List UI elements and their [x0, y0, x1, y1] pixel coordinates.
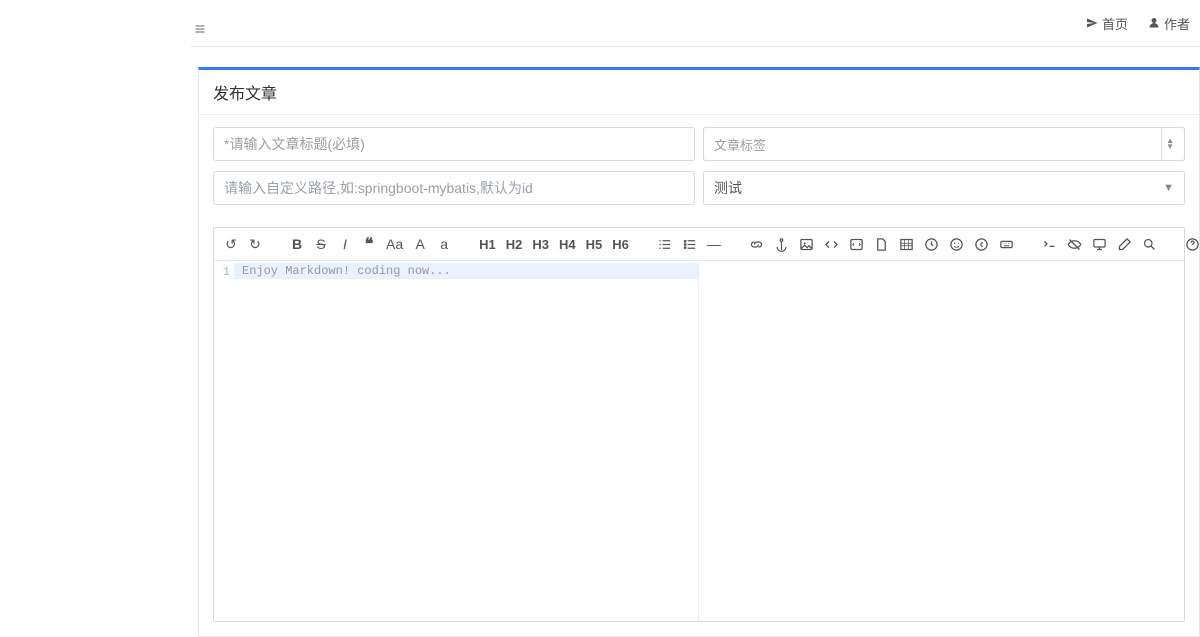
h1-button[interactable]: H1 [479, 237, 496, 252]
unordered-list-button[interactable] [657, 237, 672, 252]
help-button[interactable] [1185, 237, 1200, 252]
sidebar-collapse-button[interactable] [194, 22, 206, 32]
line-gutter: 1 [214, 261, 234, 621]
h2-button[interactable]: H2 [506, 237, 523, 252]
h3-button[interactable]: H3 [532, 237, 549, 252]
editor-body: 1 Enjoy Markdown! coding now... [214, 261, 1184, 621]
nav-home[interactable]: 首页 [1086, 14, 1128, 33]
italic-button[interactable]: I [338, 236, 352, 252]
copyright-button[interactable] [974, 237, 989, 252]
markdown-editor: ↺ ↻ B S I ❝ Aa A a H1 H2 H3 [213, 227, 1185, 622]
preview-pane [699, 261, 1184, 621]
ordered-list-button[interactable] [682, 237, 697, 252]
strikethrough-button[interactable]: S [314, 236, 328, 252]
code-editor[interactable]: Enjoy Markdown! coding now... [234, 261, 699, 621]
nav-author-label: 作者 [1164, 14, 1190, 33]
editor-placeholder: Enjoy Markdown! coding now... [234, 261, 698, 281]
codeblock-button[interactable] [849, 237, 864, 252]
form-rows: 文章标签 ▲▼ 测试 ▼ [199, 115, 1199, 227]
article-tags-input[interactable]: 文章标签 ▲▼ [703, 127, 1185, 161]
nav-home-label: 首页 [1102, 14, 1128, 33]
lowercase-button[interactable]: a [437, 236, 451, 252]
eraser-button[interactable] [1117, 237, 1132, 252]
topbar: 首页 作者 [0, 0, 1200, 46]
user-icon [1148, 17, 1160, 29]
publish-panel: 发布文章 文章标签 ▲▼ 测试 [198, 67, 1200, 637]
redo-button[interactable]: ↻ [248, 236, 262, 253]
monitor-button[interactable] [1092, 237, 1107, 252]
editor-toolbar: ↺ ↻ B S I ❝ Aa A a H1 H2 H3 [214, 228, 1184, 261]
uppercase-button[interactable]: A [413, 236, 427, 252]
article-title-input[interactable] [213, 127, 695, 161]
category-select[interactable]: 测试 ▼ [703, 171, 1185, 205]
hr-button[interactable]: — [707, 236, 721, 252]
main-area: 发布文章 文章标签 ▲▼ 测试 [190, 46, 1200, 620]
terminal-button[interactable] [1042, 237, 1057, 252]
file-button[interactable] [874, 237, 889, 252]
table-button[interactable] [899, 237, 914, 252]
emoji-button[interactable] [949, 237, 964, 252]
h4-button[interactable]: H4 [559, 237, 576, 252]
quote-button[interactable]: ❝ [362, 234, 376, 254]
chevron-down-icon: ▼ [1163, 182, 1174, 194]
line-number: 1 [214, 265, 230, 279]
search-button[interactable] [1142, 237, 1157, 252]
font-case-button[interactable]: Aa [386, 236, 403, 252]
bold-button[interactable]: B [290, 236, 304, 252]
image-button[interactable] [799, 237, 814, 252]
h5-button[interactable]: H5 [586, 237, 603, 252]
article-tags-placeholder: 文章标签 [714, 135, 766, 154]
paper-plane-icon [1086, 17, 1098, 29]
h6-button[interactable]: H6 [612, 237, 629, 252]
anchor-button[interactable] [774, 237, 789, 252]
category-selected-value: 测试 [714, 178, 742, 198]
undo-button[interactable]: ↺ [224, 236, 238, 253]
custom-path-input[interactable] [213, 171, 695, 205]
nav-author[interactable]: 作者 [1148, 14, 1190, 33]
link-button[interactable] [749, 237, 764, 252]
keyboard-button[interactable] [999, 237, 1014, 252]
clock-button[interactable] [924, 237, 939, 252]
tag-spinner-icon[interactable]: ▲▼ [1161, 128, 1174, 160]
panel-title: 发布文章 [199, 70, 1199, 115]
code-button[interactable] [824, 237, 839, 252]
eye-off-button[interactable] [1067, 237, 1082, 252]
